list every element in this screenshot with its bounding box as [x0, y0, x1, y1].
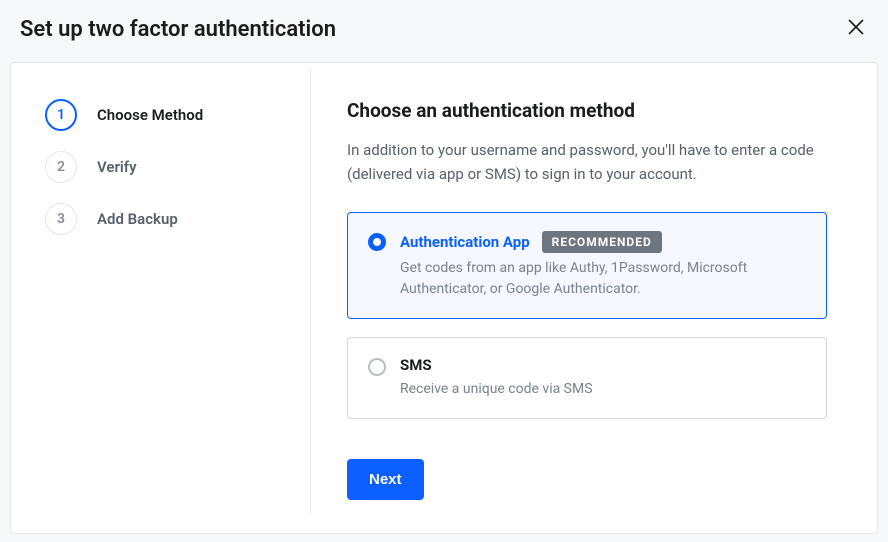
option-title: SMS: [400, 356, 432, 374]
setup-card: 1 Choose Method 2 Verify 3 Add Backup Ch…: [10, 62, 878, 534]
option-body: Authentication App RECOMMENDED Get codes…: [400, 231, 806, 300]
option-authentication-app[interactable]: Authentication App RECOMMENDED Get codes…: [347, 212, 827, 319]
step-label: Choose Method: [97, 106, 203, 124]
option-sms[interactable]: SMS Receive a unique code via SMS: [347, 337, 827, 419]
radio-icon: [368, 233, 386, 251]
option-title-row: Authentication App RECOMMENDED: [400, 231, 806, 253]
option-description: Receive a unique code via SMS: [400, 379, 806, 400]
option-title: Authentication App: [400, 233, 530, 251]
content-heading: Choose an authentication method: [347, 99, 827, 122]
step-label: Add Backup: [97, 210, 178, 228]
close-button[interactable]: [844, 14, 868, 44]
step-number: 1: [45, 99, 77, 131]
modal-header: Set up two factor authentication: [0, 0, 888, 62]
modal-title: Set up two factor authentication: [20, 17, 336, 42]
steps-sidebar: 1 Choose Method 2 Verify 3 Add Backup: [11, 69, 311, 513]
step-number: 3: [45, 203, 77, 235]
next-button[interactable]: Next: [347, 459, 424, 500]
recommended-badge: RECOMMENDED: [542, 231, 662, 253]
radio-icon: [368, 358, 386, 376]
option-title-row: SMS: [400, 356, 806, 374]
step-choose-method[interactable]: 1 Choose Method: [45, 99, 290, 131]
option-description: Get codes from an app like Authy, 1Passw…: [400, 258, 806, 300]
close-icon: [848, 19, 864, 35]
step-add-backup[interactable]: 3 Add Backup: [45, 203, 290, 235]
content-description: In addition to your username and passwor…: [347, 138, 827, 186]
step-verify[interactable]: 2 Verify: [45, 151, 290, 183]
option-body: SMS Receive a unique code via SMS: [400, 356, 806, 400]
content-area: Choose an authentication method In addit…: [311, 63, 877, 533]
step-label: Verify: [97, 158, 137, 176]
step-number: 2: [45, 151, 77, 183]
